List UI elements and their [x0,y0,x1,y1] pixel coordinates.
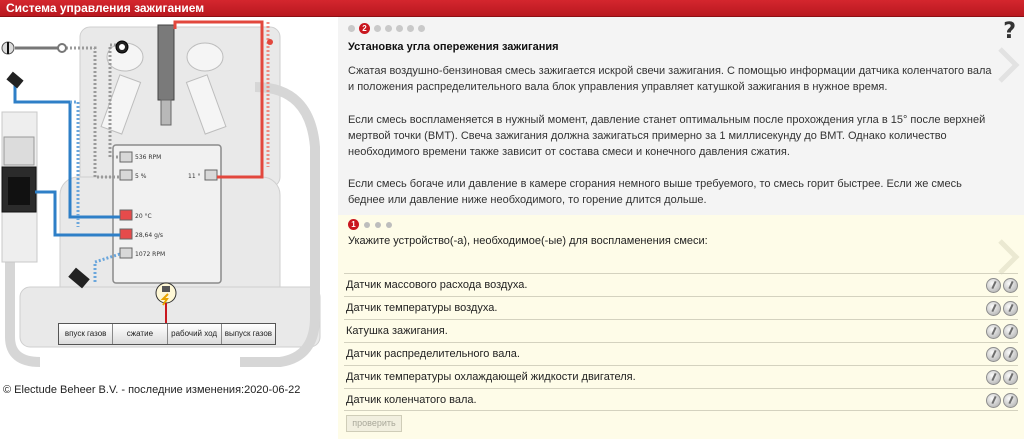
answer-label: Датчик коленчатого вала. [346,394,477,406]
answer-option: Датчик температуры охлаждающей жидкости … [344,365,1018,388]
readout-temp: 20 °C [135,213,152,220]
answer-label: Датчик температуры охлаждающей жидкости … [346,371,636,383]
phase-power-button[interactable]: рабочий ход [167,324,222,344]
copyright-text: © Electude Beheer B.V. - последние измен… [3,384,301,396]
next-page-arrow-icon[interactable] [994,45,1020,85]
page-dot[interactable] [385,25,392,32]
answer-yes-toggle-icon[interactable] [986,301,1001,316]
answer-yes-toggle-icon[interactable] [986,370,1001,385]
question-text: Укажите устройство(-а), необходимое(-ые)… [348,235,708,247]
answer-label: Датчик температуры воздуха. [346,302,498,314]
readout-rpm-top: 536 RPM [135,154,162,161]
answer-no-toggle-icon[interactable] [1003,370,1018,385]
answer-option: Датчик температуры воздуха. [344,296,1018,319]
page-dot[interactable] [348,25,355,32]
answer-yes-toggle-icon[interactable] [986,278,1001,293]
question-dot[interactable] [364,221,370,228]
quiz-panel: 1 Укажите устройство(-а), необходимое(-ы… [338,215,1024,439]
answer-label: Датчик распределительного вала. [346,348,520,360]
engine-illustration [1,20,321,367]
answer-list: Датчик массового расхода воздуха. Датчик… [344,273,1018,411]
help-icon[interactable]: ? [1003,19,1016,44]
lesson-panel: 2 ? Установка угла опережения зажигания … [338,17,1024,439]
phase-compression-button[interactable]: сжатие [113,324,168,344]
page-dot[interactable] [374,25,381,32]
next-question-arrow-icon[interactable] [994,237,1020,277]
page-dot[interactable] [407,25,414,32]
readout-percent: 5 % [135,173,147,180]
phase-exhaust-button[interactable]: выпуск газов [221,324,275,344]
answer-option: Датчик распределительного вала. [344,342,1018,365]
ignition-diagram: 536 RPM 5 % 11 ° 20 °C 28,64 g/s 1072 RP… [0,17,338,439]
answer-option: Датчик коленчатого вала. [344,388,1018,411]
paragraph-3: Если смесь богаче или давление в камере … [348,178,962,206]
readout-rpm-bottom: 1072 RPM [135,251,166,258]
answer-label: Катушка зажигания. [346,325,448,337]
question-indicator: 1 [348,219,392,230]
page-dot[interactable] [418,25,425,32]
question-dot-current[interactable]: 1 [348,219,359,230]
page-dot-current[interactable]: 2 [359,23,370,34]
answer-no-toggle-icon[interactable] [1003,301,1018,316]
readout-flow: 28,64 g/s [135,232,164,239]
question-dot[interactable] [386,221,392,228]
check-answer-button[interactable]: проверить [346,415,402,432]
answer-label: Датчик массового расхода воздуха. [346,279,528,291]
question-dot[interactable] [375,221,381,228]
window-title: Система управления зажиганием [0,0,1024,17]
page-indicator: 2 [348,23,425,34]
answer-yes-toggle-icon[interactable] [986,393,1001,408]
answer-yes-toggle-icon[interactable] [986,324,1001,339]
answer-no-toggle-icon[interactable] [1003,393,1018,408]
page-dot[interactable] [396,25,403,32]
stroke-phase-selector: впуск газов сжатие рабочий ход выпуск га… [58,323,276,345]
answer-no-toggle-icon[interactable] [1003,347,1018,362]
section-title: Установка угла опережения зажигания [348,41,559,53]
answer-no-toggle-icon[interactable] [1003,324,1018,339]
answer-yes-toggle-icon[interactable] [986,347,1001,362]
answer-option: Датчик массового расхода воздуха. [344,273,1018,296]
phase-intake-button[interactable]: впуск газов [59,324,114,344]
answer-option: Катушка зажигания. [344,319,1018,342]
paragraph-2: Если смесь воспламеняется в нужный момен… [348,114,986,158]
answer-no-toggle-icon[interactable] [1003,278,1018,293]
readout-angle: 11 ° [188,173,201,180]
paragraph-1: Сжатая воздушно-бензиновая смесь зажигае… [348,65,992,93]
